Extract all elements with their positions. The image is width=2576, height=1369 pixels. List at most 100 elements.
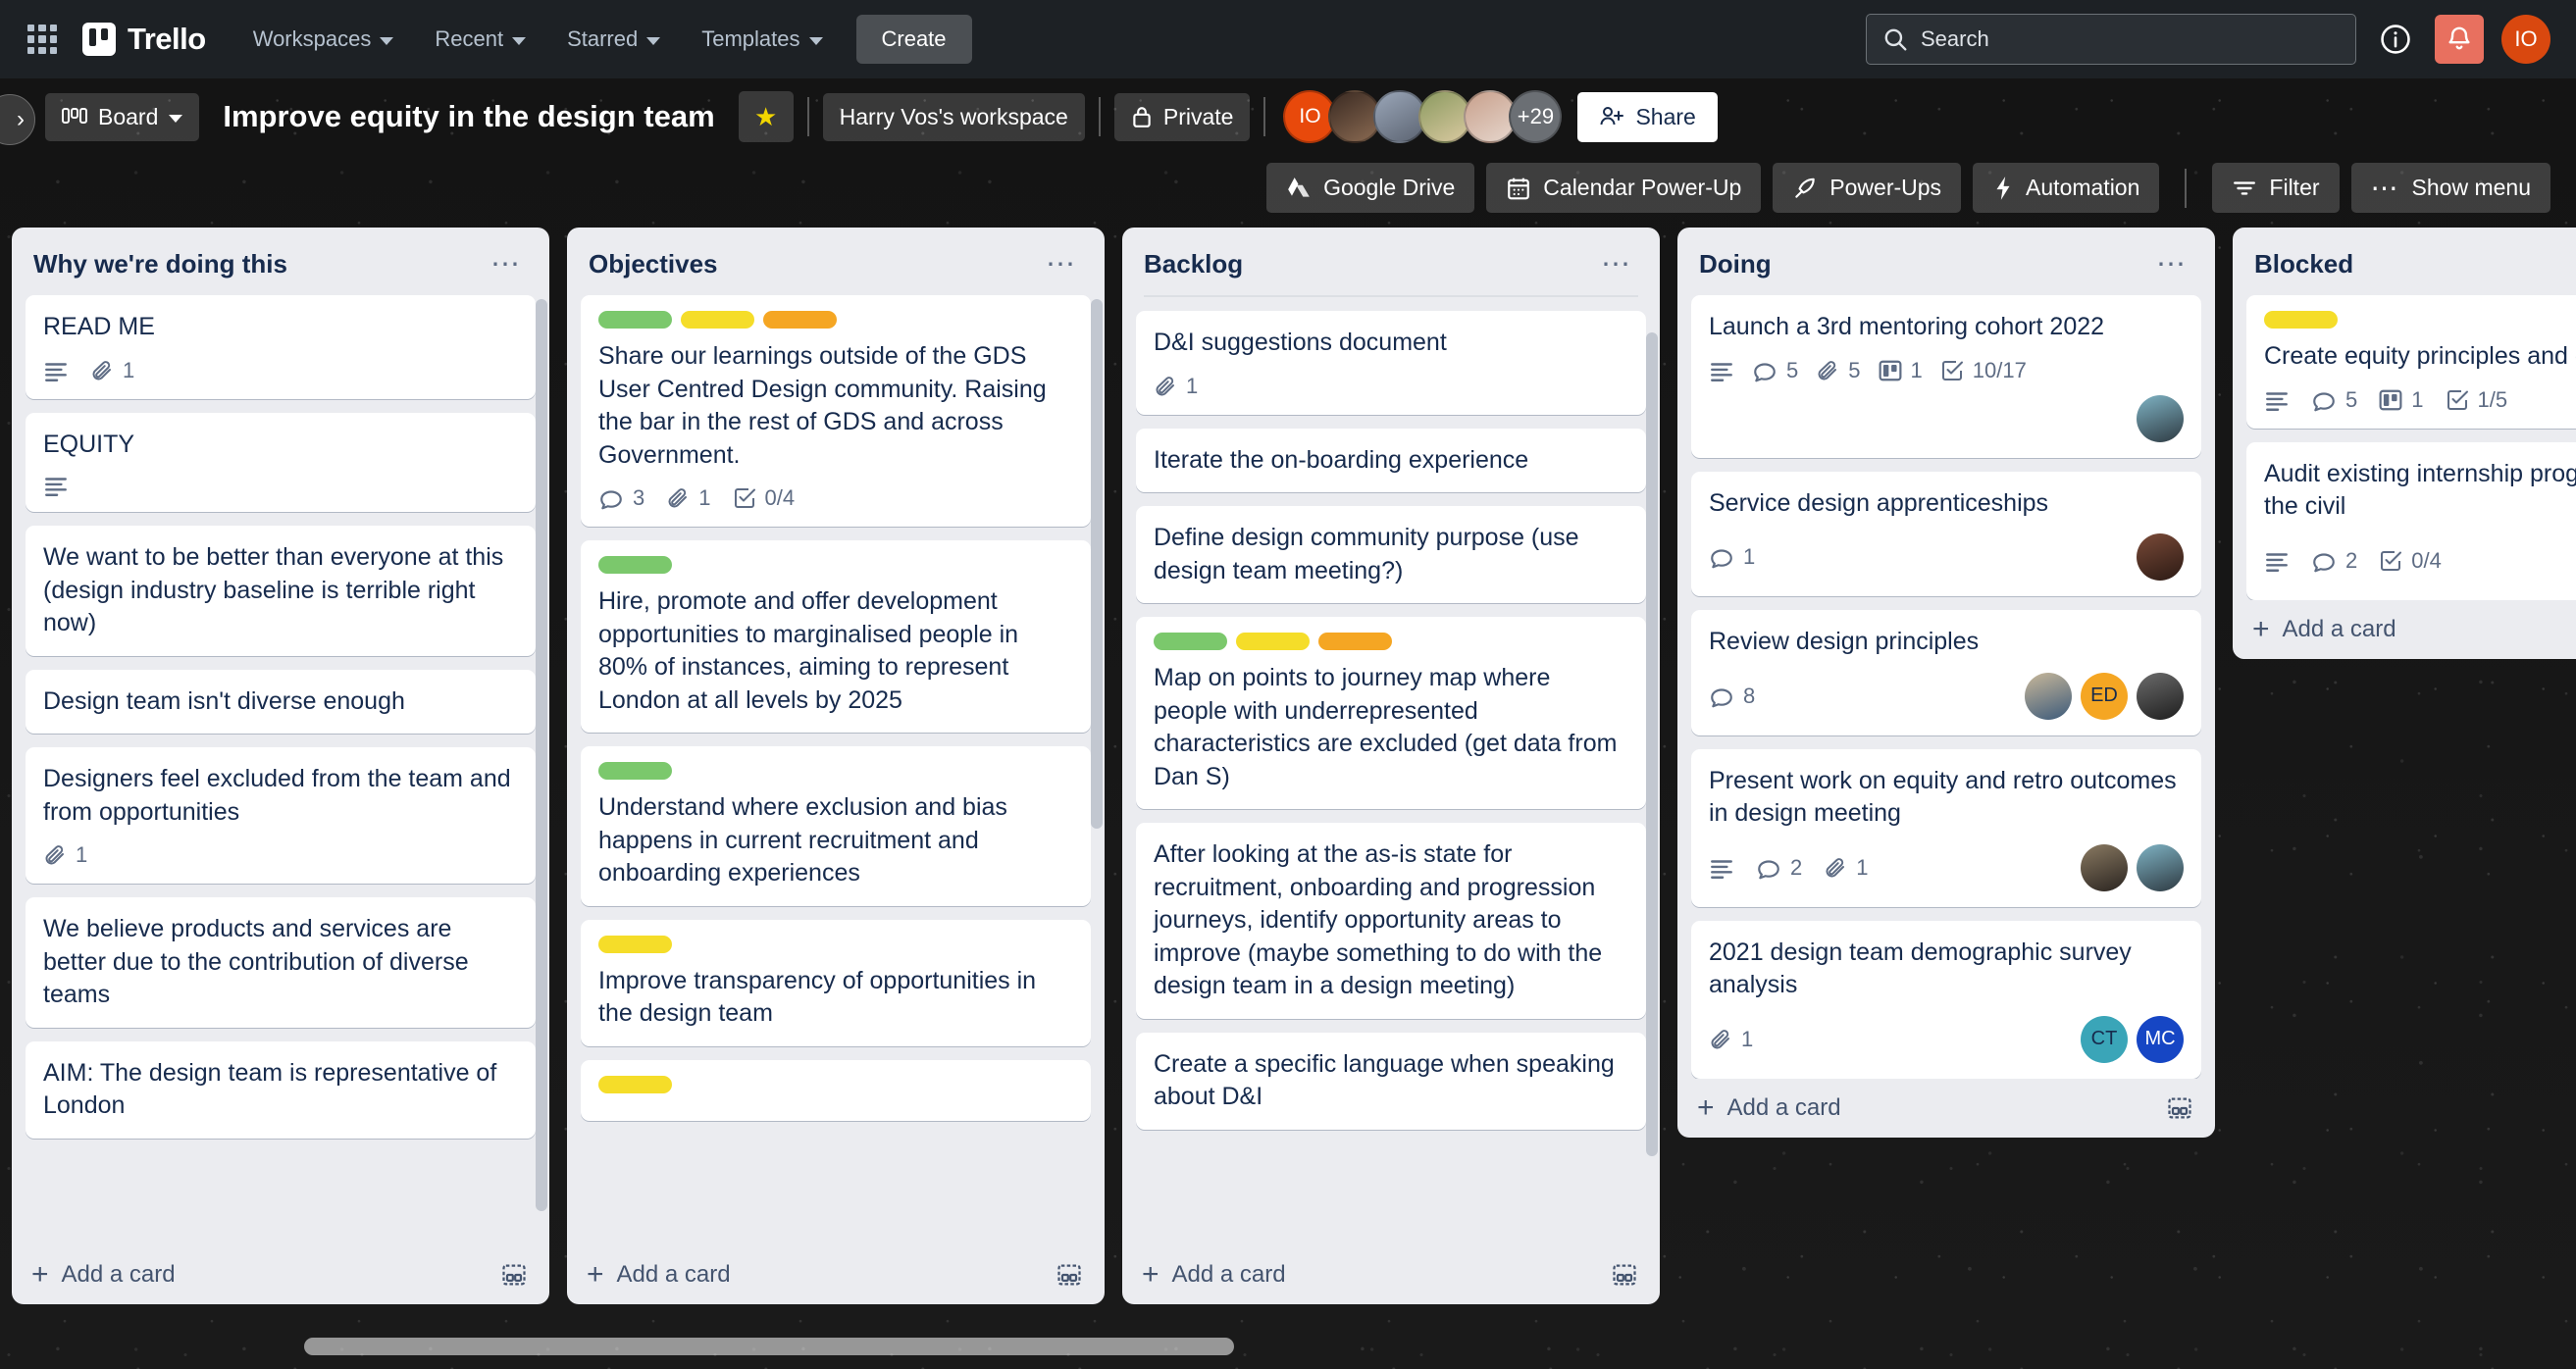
card-template-icon[interactable]	[1611, 1262, 1638, 1288]
card[interactable]: Improve transparency of opportunities in…	[581, 919, 1091, 1046]
info-icon[interactable]	[2374, 18, 2417, 61]
label-yellow[interactable]	[2264, 311, 2338, 329]
card[interactable]: Define design community purpose (use des…	[1136, 506, 1646, 603]
filter-button[interactable]: Filter	[2212, 163, 2340, 213]
attachment-icon	[1818, 360, 1837, 380]
nav-item-templates[interactable]: Templates	[686, 17, 838, 62]
search-input[interactable]: Search	[1866, 14, 2356, 65]
card[interactable]: Present work on equity and retro outcome…	[1691, 748, 2201, 907]
create-button[interactable]: Create	[855, 15, 972, 64]
label-yellow[interactable]	[598, 1075, 672, 1093]
label-green[interactable]	[1154, 633, 1227, 650]
avatar[interactable]	[2025, 672, 2072, 720]
comment-badge: 2	[1756, 855, 1802, 881]
description-badge	[2264, 550, 2290, 572]
avatar[interactable]	[2137, 394, 2184, 442]
card[interactable]: Design team isn't diverse enough	[26, 669, 536, 734]
label-yellow[interactable]	[1236, 633, 1310, 650]
badge-count: 2	[2345, 547, 2358, 573]
nav-item-workspaces[interactable]: Workspaces	[237, 17, 410, 62]
card-badges: 2 0/4	[2264, 537, 2576, 584]
label-green[interactable]	[598, 762, 672, 780]
automation-button[interactable]: Automation	[1973, 163, 2160, 213]
label-green[interactable]	[598, 556, 672, 574]
card[interactable]: Review design principles 8 ED	[1691, 610, 2201, 735]
visibility-button[interactable]: Private	[1113, 92, 1251, 141]
card-title: D&I suggestions document	[1154, 329, 1447, 356]
card-badges: 8 ED	[1709, 672, 2184, 720]
google-drive-button[interactable]: Google Drive	[1266, 163, 1475, 213]
card[interactable]: D&I suggestions document 1	[1136, 311, 1646, 415]
label-yellow[interactable]	[681, 311, 754, 329]
card[interactable]: Understand where exclusion and bias happ…	[581, 746, 1091, 906]
calendar-power-up-button[interactable]: Calendar Power-Up	[1486, 163, 1762, 213]
power-up-label: Google Drive	[1323, 175, 1456, 200]
share-button[interactable]: Share	[1577, 91, 1718, 142]
card[interactable]: Service design apprenticeships 1	[1691, 471, 2201, 596]
add-card-button[interactable]: + Add a card	[1122, 1245, 1660, 1298]
card[interactable]: We believe products and services are bet…	[26, 897, 536, 1028]
attachment-badge: 1	[43, 842, 87, 868]
card[interactable]: READ ME 1	[26, 295, 536, 399]
list-actions-icon[interactable]: ⋯	[485, 249, 528, 279]
attachment-badge: 1	[1154, 374, 1198, 399]
avatar[interactable]: MC	[2137, 1015, 2184, 1063]
workspace-name[interactable]: Harry Vos's workspace	[822, 92, 1085, 141]
list-actions-icon[interactable]: ⋯	[2150, 249, 2193, 279]
list-scrollbar[interactable]	[536, 299, 547, 1211]
nav-item-recent[interactable]: Recent	[419, 17, 541, 62]
card-template-icon[interactable]	[500, 1262, 528, 1288]
card[interactable]: Create equity principles and conduct 5	[2246, 295, 2576, 429]
card[interactable]: EQUITY	[26, 412, 536, 512]
list-scrollbar[interactable]	[1091, 299, 1103, 829]
card-title: READ ME	[43, 313, 155, 340]
show-menu-button[interactable]: ⋯ Show menu	[2350, 163, 2550, 213]
list-actions-icon[interactable]: ⋯	[1040, 249, 1083, 279]
add-card-button[interactable]: + Add a card	[2233, 600, 2576, 653]
card[interactable]: Map on points to journey map where peopl…	[1136, 617, 1646, 809]
avatar[interactable]	[2081, 843, 2128, 891]
card[interactable]: Hire, promote and offer development oppo…	[581, 540, 1091, 733]
avatar[interactable]: CT	[2081, 1015, 2128, 1063]
avatar[interactable]: ED	[2081, 672, 2128, 720]
card[interactable]: Iterate the on-boarding experience	[1136, 428, 1646, 492]
card[interactable]: After looking at the as-is state for rec…	[1136, 823, 1646, 1019]
power-ups-button[interactable]: Power-Ups	[1773, 163, 1962, 213]
add-card-button[interactable]: + Add a card	[1677, 1079, 2215, 1132]
nav-item-label: Workspaces	[252, 26, 372, 51]
card[interactable]: Create a specific language when speaking…	[1136, 1032, 1646, 1130]
board-view-switcher[interactable]: Board	[45, 92, 200, 141]
label-orange[interactable]	[1318, 633, 1392, 650]
board-horizontal-scrollbar[interactable]	[304, 1338, 1234, 1355]
label-yellow[interactable]	[598, 935, 672, 953]
grid-apps-icon[interactable]	[26, 23, 59, 56]
collapse-sidebar-button[interactable]: ›	[0, 94, 35, 145]
checklist-icon	[734, 488, 755, 508]
add-card-button[interactable]: + Add a card	[567, 1245, 1105, 1298]
card[interactable]: Launch a 3rd mentoring cohort 2022 5 5 1…	[1691, 295, 2201, 458]
card[interactable]: Audit existing internship programmes wit…	[2246, 441, 2576, 600]
avatar[interactable]	[2137, 533, 2184, 581]
divider	[1263, 97, 1266, 136]
nav-item-starred[interactable]: Starred	[551, 17, 676, 62]
avatar-overflow-count[interactable]: +29	[1509, 90, 1563, 143]
notifications-button[interactable]	[2435, 15, 2484, 64]
star-board-button[interactable]: ★	[738, 91, 794, 142]
card[interactable]: Designers feel excluded from the team an…	[26, 747, 536, 884]
card-template-icon[interactable]	[1056, 1262, 1083, 1288]
card[interactable]	[581, 1059, 1091, 1121]
card-template-icon[interactable]	[2166, 1095, 2193, 1121]
avatar[interactable]	[2137, 843, 2184, 891]
list-actions-icon[interactable]: ⋯	[1595, 249, 1638, 279]
card[interactable]: We want to be better than everyone at th…	[26, 526, 536, 656]
user-avatar[interactable]: IO	[2501, 15, 2550, 64]
label-orange[interactable]	[763, 311, 837, 329]
card[interactable]: 2021 design team demographic survey anal…	[1691, 920, 2201, 1079]
avatar[interactable]	[2137, 672, 2184, 720]
list-scrollbar[interactable]	[1646, 332, 1658, 1156]
trello-logo[interactable]: Trello	[82, 22, 206, 57]
card[interactable]: Share our learnings outside of the GDS U…	[581, 295, 1091, 527]
card[interactable]: AIM: The design team is representative o…	[26, 1040, 536, 1139]
add-card-button[interactable]: + Add a card	[12, 1245, 549, 1298]
label-green[interactable]	[598, 311, 672, 329]
